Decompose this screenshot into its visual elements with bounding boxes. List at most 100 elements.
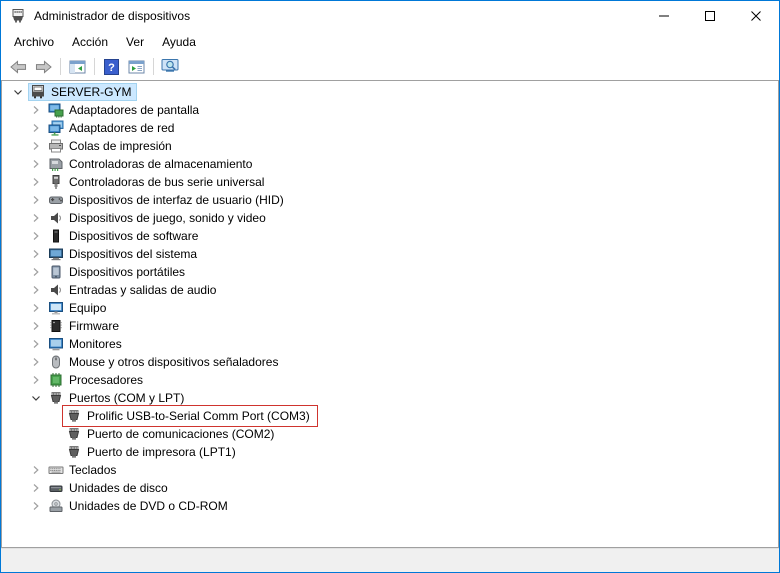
tree-item[interactable]: Dispositivos portátiles	[2, 263, 778, 281]
chevron-collapsed-icon[interactable]	[28, 336, 44, 352]
menu-item-ver[interactable]: Ver	[117, 32, 153, 52]
maximize-button[interactable]	[687, 1, 733, 31]
tree-item-content[interactable]: Teclados	[46, 461, 122, 479]
tree-item-content[interactable]: Equipo	[46, 299, 112, 317]
tree-item[interactable]: Dispositivos de software	[2, 227, 778, 245]
tree-item-content[interactable]: Unidades de DVD o CD-ROM	[46, 497, 234, 515]
chevron-collapsed-icon[interactable]	[28, 102, 44, 118]
chevron-collapsed-icon	[28, 462, 44, 478]
audio-device-icon	[48, 282, 64, 298]
chevron-collapsed-icon[interactable]	[28, 480, 44, 496]
mouse-icon	[48, 354, 64, 370]
chevron-expanded-icon[interactable]	[28, 390, 44, 406]
tree-item-content[interactable]: Dispositivos de juego, sonido y video	[46, 209, 272, 227]
tree-item[interactable]: Unidades de disco	[2, 479, 778, 497]
tree-item[interactable]: Controladoras de bus serie universal	[2, 173, 778, 191]
chevron-collapsed-icon[interactable]	[28, 462, 44, 478]
network-adapter-icon	[48, 120, 64, 136]
hid-device-icon	[48, 192, 64, 208]
forward-button[interactable]	[31, 56, 56, 78]
chevron-collapsed-icon	[28, 372, 44, 388]
tree-item-content[interactable]: Dispositivos de interfaz de usuario (HID…	[46, 191, 290, 209]
tree-item-content[interactable]: Unidades de disco	[46, 479, 174, 497]
tree-item[interactable]: Puertos (COM y LPT)	[2, 389, 778, 407]
tree-item[interactable]: Colas de impresión	[2, 137, 778, 155]
processor-icon	[48, 372, 64, 388]
tree-item[interactable]: Entradas y salidas de audio	[2, 281, 778, 299]
tree-item-content[interactable]: Dispositivos del sistema	[46, 245, 203, 263]
tree-item[interactable]: Dispositivos de juego, sonido y video	[2, 209, 778, 227]
tree-item[interactable]: Teclados	[2, 461, 778, 479]
chevron-collapsed-icon[interactable]	[28, 210, 44, 226]
tree-item[interactable]: Procesadores	[2, 371, 778, 389]
menu-item-ayuda[interactable]: Ayuda	[153, 32, 205, 52]
tree-item-content[interactable]: Mouse y otros dispositivos señaladores	[46, 353, 284, 371]
tree-item[interactable]: Dispositivos del sistema	[2, 245, 778, 263]
tree-item[interactable]: Puerto de impresora (LPT1)	[2, 443, 778, 461]
maximize-icon	[705, 11, 715, 21]
tree-item[interactable]: Adaptadores de red	[2, 119, 778, 137]
tree-item[interactable]: SERVER-GYM	[2, 83, 778, 101]
annotation-red-box[interactable]: Prolific USB-to-Serial Comm Port (COM3)	[64, 407, 316, 425]
tree-item-label: Colas de impresión	[69, 137, 174, 155]
chevron-collapsed-icon[interactable]	[28, 300, 44, 316]
chevron-collapsed-icon[interactable]	[28, 138, 44, 154]
tree-item[interactable]: Dispositivos de interfaz de usuario (HID…	[2, 191, 778, 209]
tree-item-content[interactable]: SERVER-GYM	[28, 83, 137, 101]
help-button[interactable]: ?	[99, 56, 124, 78]
tree-item-content[interactable]: Colas de impresión	[46, 137, 178, 155]
chevron-collapsed-icon[interactable]	[28, 192, 44, 208]
tree-item[interactable]: Adaptadores de pantalla	[2, 101, 778, 119]
chevron-collapsed-icon[interactable]	[28, 174, 44, 190]
tree-item-content[interactable]: Puerto de impresora (LPT1)	[64, 443, 242, 461]
tree-item[interactable]: Puerto de comunicaciones (COM2)	[2, 425, 778, 443]
menu-item-archivo[interactable]: Archivo	[5, 32, 63, 52]
tree-item[interactable]: Firmware	[2, 317, 778, 335]
tree-item-content[interactable]: Firmware	[46, 317, 125, 335]
tree-item[interactable]: Mouse y otros dispositivos señaladores	[2, 353, 778, 371]
minimize-button[interactable]	[641, 1, 687, 31]
chevron-collapsed-icon[interactable]	[28, 498, 44, 514]
show-hide-console-tree-button[interactable]	[65, 56, 90, 78]
toolbar-separator	[153, 58, 154, 75]
tree-item-content[interactable]: Adaptadores de red	[46, 119, 180, 137]
tree-item-content[interactable]: Controladoras de bus serie universal	[46, 173, 270, 191]
tree-item-content[interactable]: Puertos (COM y LPT)	[46, 389, 190, 407]
chevron-collapsed-icon	[28, 318, 44, 334]
chevron-expanded-icon[interactable]	[10, 84, 26, 100]
menu-item-accion[interactable]: Acción	[63, 32, 117, 52]
tree-item-content[interactable]: Entradas y salidas de audio	[46, 281, 222, 299]
chevron-collapsed-icon[interactable]	[28, 156, 44, 172]
chevron-collapsed-icon[interactable]	[28, 282, 44, 298]
usb-controller-icon	[48, 174, 64, 190]
tree-item-content[interactable]: Controladoras de almacenamiento	[46, 155, 258, 173]
tree-item-content[interactable]: Puerto de comunicaciones (COM2)	[64, 425, 280, 443]
tree-item[interactable]: Prolific USB-to-Serial Comm Port (COM3)	[2, 407, 778, 425]
tree-item[interactable]: Unidades de DVD o CD-ROM	[2, 497, 778, 515]
chevron-collapsed-icon[interactable]	[28, 120, 44, 136]
chevron-collapsed-icon[interactable]	[28, 372, 44, 388]
tree-item-content[interactable]: Adaptadores de pantalla	[46, 101, 205, 119]
tree-item-content[interactable]: Procesadores	[46, 371, 149, 389]
tree-item-label: Dispositivos portátiles	[69, 263, 187, 281]
tree-item-content[interactable]: Dispositivos portátiles	[46, 263, 191, 281]
tree-item-label: Dispositivos del sistema	[69, 245, 199, 263]
tree-item-content[interactable]: Dispositivos de software	[46, 227, 204, 245]
chevron-collapsed-icon[interactable]	[28, 318, 44, 334]
tree-item[interactable]: Controladoras de almacenamiento	[2, 155, 778, 173]
chevron-collapsed-icon[interactable]	[28, 264, 44, 280]
serial-port-icon	[66, 408, 82, 424]
tree-item-label: Puerto de impresora (LPT1)	[87, 443, 238, 461]
chevron-collapsed-icon[interactable]	[28, 246, 44, 262]
close-button[interactable]	[733, 1, 779, 31]
disk-drive-icon	[48, 480, 64, 496]
title-bar[interactable]: Administrador de dispositivos	[1, 1, 779, 31]
scan-hardware-changes-button[interactable]	[158, 56, 183, 78]
chevron-collapsed-icon[interactable]	[28, 228, 44, 244]
chevron-collapsed-icon[interactable]	[28, 354, 44, 370]
tree-item-content[interactable]: Monitores	[46, 335, 128, 353]
tree-item[interactable]: Equipo	[2, 299, 778, 317]
tree-item[interactable]: Monitores	[2, 335, 778, 353]
properties-button[interactable]	[124, 56, 149, 78]
back-button[interactable]	[6, 56, 31, 78]
